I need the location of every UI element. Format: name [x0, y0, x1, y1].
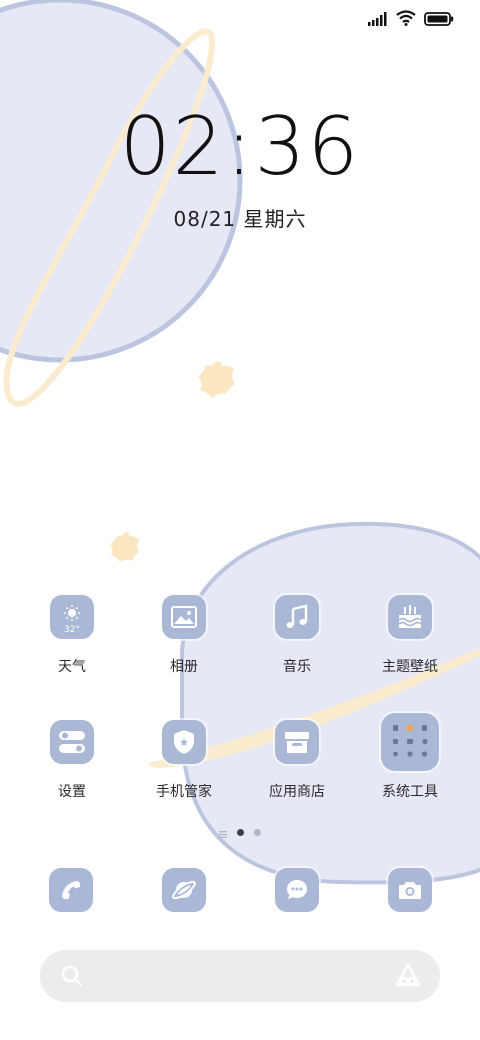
phone-icon	[49, 868, 93, 912]
app-music[interactable]: 音乐	[242, 595, 352, 676]
dock-camera[interactable]	[388, 868, 432, 912]
page-indicator[interactable]	[0, 823, 480, 842]
music-note-icon	[275, 595, 319, 639]
wifi-icon	[396, 10, 416, 30]
home-screen: 02:36 08/21 星期六 32° 天气 相册 音乐 主题壁纸 设置 手机管…	[0, 0, 480, 1040]
app-label: 天气	[58, 659, 86, 675]
dock-messages[interactable]	[275, 868, 319, 912]
signal-bars-icon	[368, 11, 388, 30]
dock-browser[interactable]	[162, 868, 206, 912]
battery-full-icon	[424, 11, 454, 30]
dock-phone[interactable]	[49, 868, 93, 912]
page-dot-active	[237, 829, 244, 836]
app-label: 手机管家	[156, 784, 212, 800]
app-store[interactable]: 应用商店	[242, 720, 352, 801]
page-list-indicator	[219, 823, 227, 842]
lock-clock: 02:36	[119, 100, 361, 193]
app-themes[interactable]: 主题壁纸	[355, 595, 465, 676]
system-tools-folder-icon	[381, 713, 439, 771]
app-gallery[interactable]: 相册	[129, 595, 239, 676]
gallery-icon	[162, 595, 206, 639]
messages-icon	[275, 868, 319, 912]
app-label: 主题壁纸	[382, 659, 438, 675]
camera-icon	[388, 868, 432, 912]
search-icon	[60, 964, 84, 992]
page-dot	[254, 829, 261, 836]
star-shape	[198, 361, 235, 398]
app-label: 应用商店	[269, 784, 325, 800]
assistant-icon[interactable]	[394, 962, 422, 994]
settings-toggles-icon	[50, 720, 94, 764]
app-label: 音乐	[283, 659, 311, 675]
app-weather[interactable]: 32° 天气	[17, 595, 127, 676]
app-label: 设置	[58, 784, 86, 800]
themes-cake-icon	[388, 595, 432, 639]
search-bar[interactable]	[40, 950, 440, 1002]
security-shield-icon	[162, 720, 206, 764]
weather-temp-badge: 32°	[64, 625, 80, 635]
app-label: 相册	[170, 659, 198, 675]
lock-date: 08/21 星期六	[173, 207, 307, 231]
app-settings[interactable]: 设置	[17, 720, 127, 801]
app-store-icon	[275, 720, 319, 764]
weather-sun-icon: 32°	[50, 595, 94, 639]
browser-planet-icon	[162, 868, 206, 912]
app-label: 系统工具	[382, 784, 438, 800]
app-security[interactable]: 手机管家	[129, 720, 239, 801]
app-system-tools[interactable]: 系统工具	[355, 713, 465, 801]
star-shape-small	[110, 531, 139, 562]
status-bar	[368, 10, 454, 30]
